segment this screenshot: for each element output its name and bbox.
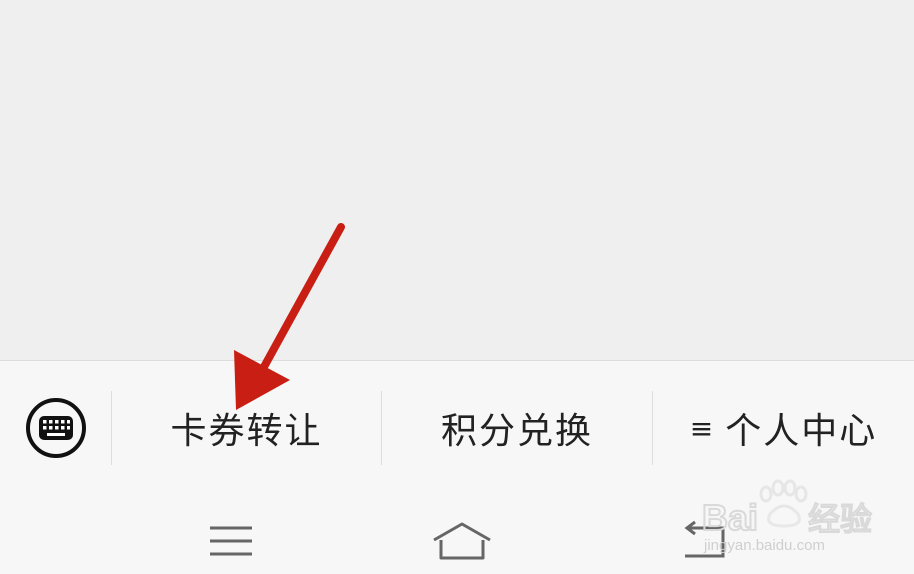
menu-item-points-exchange[interactable]: 积分兑换 xyxy=(382,391,652,465)
menu-icon xyxy=(210,526,252,556)
home-icon xyxy=(433,522,491,560)
screen: 卡券转让 积分兑换 ≡ 个人中心 Bai 经验 jingyan.baidu.co… xyxy=(0,0,914,574)
submenu-icon: ≡ xyxy=(689,411,714,445)
bottom-menu-bar: 卡券转让 积分兑换 ≡ 个人中心 xyxy=(0,360,914,495)
nav-menu-button[interactable] xyxy=(200,514,262,564)
menu-item-card-transfer[interactable]: 卡券转让 xyxy=(112,391,381,465)
menu-item-label: 个人中心 xyxy=(725,411,878,452)
nav-back-button[interactable] xyxy=(675,514,735,564)
nav-home-button[interactable] xyxy=(426,516,498,566)
menu-item-personal-center[interactable]: ≡ 个人中心 xyxy=(653,391,914,465)
system-navigation-bar xyxy=(0,494,914,574)
back-icon xyxy=(684,520,725,558)
content-area xyxy=(0,0,914,360)
menu-item-label: 卡券转让 xyxy=(170,411,323,452)
keyboard-icon xyxy=(26,398,86,458)
keyboard-toggle-button[interactable] xyxy=(25,397,87,459)
menu-item-label: 积分兑换 xyxy=(440,411,593,452)
